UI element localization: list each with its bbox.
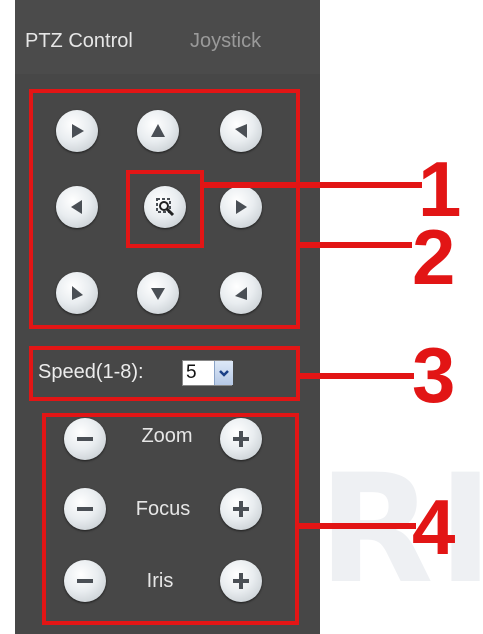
arrow-down-icon [151, 288, 165, 300]
tab-bar: PTZ Control Joystick [15, 0, 320, 74]
focus-near-button[interactable] [64, 488, 106, 530]
arrow-down-left-icon [72, 286, 83, 300]
pan-up-left-button[interactable] [56, 110, 98, 152]
arrow-left-icon [71, 200, 82, 214]
zoom-in-button[interactable] [220, 418, 262, 460]
tab-ptz-control[interactable]: PTZ Control [25, 30, 133, 53]
arrow-up-icon [151, 124, 165, 137]
callout-number-3: 3 [412, 331, 456, 419]
pan-up-button[interactable] [137, 110, 179, 152]
pan-down-left-button[interactable] [56, 272, 98, 314]
callout-line-1 [200, 182, 422, 188]
minus-icon [77, 579, 93, 583]
focus-label: Focus [135, 498, 191, 520]
iris-close-button[interactable] [64, 560, 106, 602]
callout-line-4 [296, 523, 416, 529]
callout-number-4: 4 [412, 483, 456, 571]
plus-icon [233, 573, 249, 589]
zoom-out-button[interactable] [64, 418, 106, 460]
plus-icon [233, 431, 249, 447]
chevron-down-icon [219, 370, 229, 377]
focus-far-button[interactable] [220, 488, 262, 530]
minus-icon [77, 437, 93, 441]
pan-up-right-button[interactable] [220, 110, 262, 152]
zoom-select-icon [156, 198, 175, 217]
iris-open-button[interactable] [220, 560, 262, 602]
pan-down-button[interactable] [137, 272, 179, 314]
speed-dropdown-button[interactable] [214, 361, 233, 385]
zoom-select-button[interactable] [144, 186, 186, 228]
callout-line-3 [296, 373, 414, 379]
pan-left-button[interactable] [56, 186, 98, 228]
callout-line-2 [296, 242, 412, 248]
speed-label: Speed(1-8): [38, 361, 144, 383]
plus-icon [233, 501, 249, 517]
arrow-up-left-icon [72, 124, 84, 138]
speed-value: 5 [186, 362, 197, 383]
iris-label: Iris [146, 570, 174, 592]
arrow-up-right-icon [235, 124, 247, 138]
pan-right-button[interactable] [220, 186, 262, 228]
zoom-label: Zoom [141, 425, 193, 447]
arrow-right-icon [236, 200, 247, 214]
arrow-down-right-icon [235, 287, 247, 300]
tab-joystick[interactable]: Joystick [190, 30, 261, 53]
minus-icon [77, 507, 93, 511]
callout-number-2: 2 [412, 213, 456, 301]
pan-down-right-button[interactable] [220, 272, 262, 314]
